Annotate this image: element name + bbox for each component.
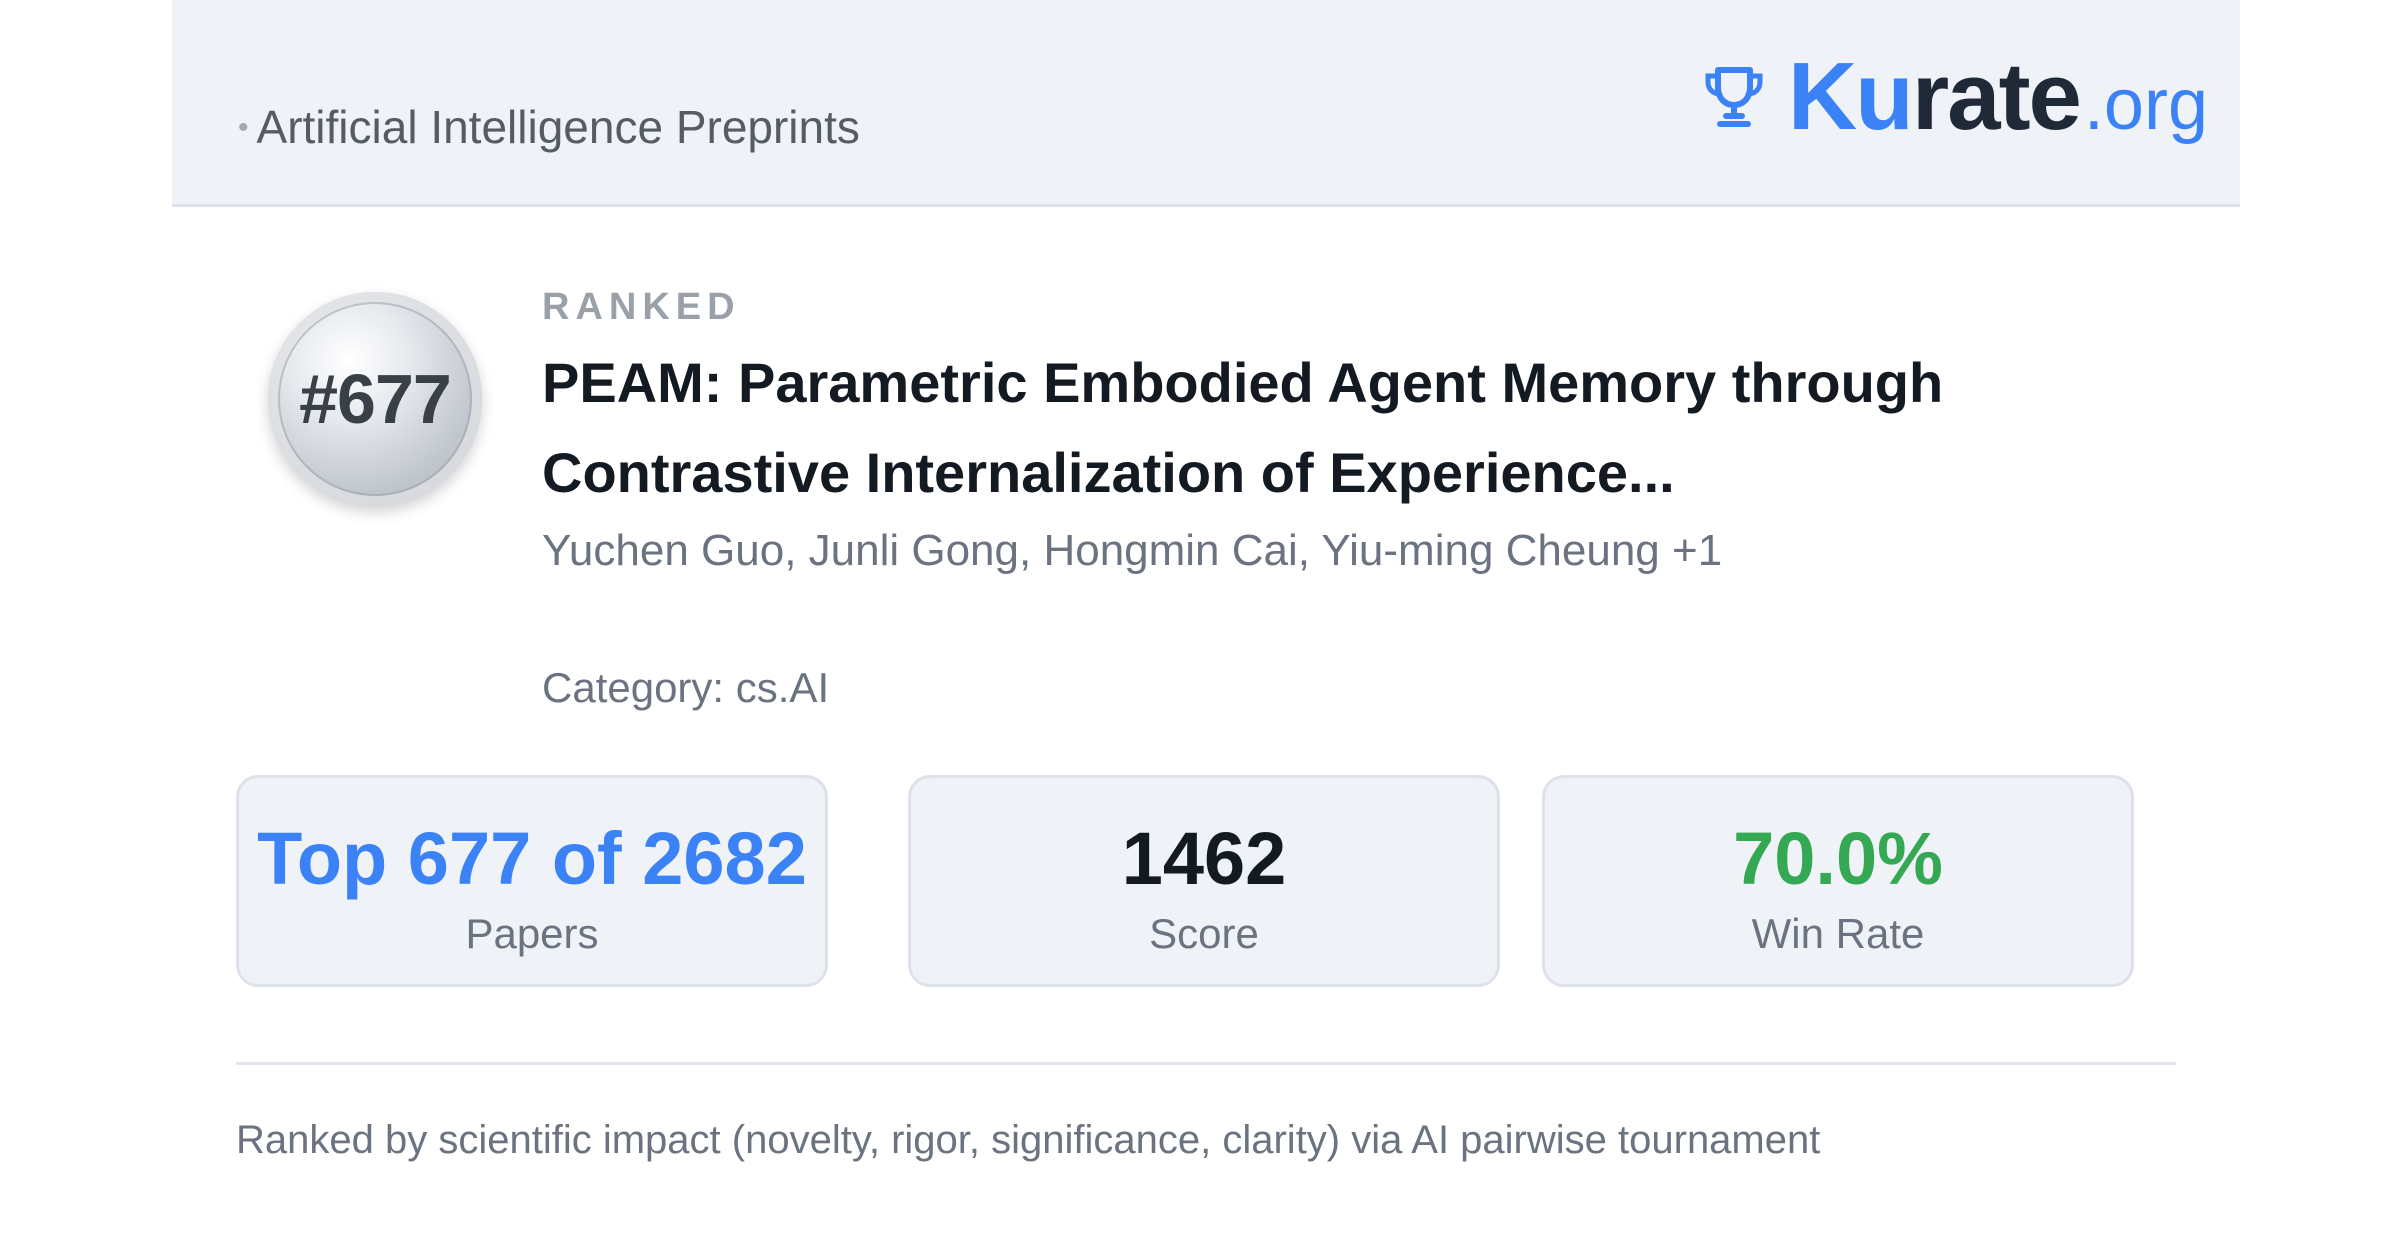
paper-title[interactable]: PEAM: Parametric Embodied Agent Memory t… (542, 338, 2182, 518)
stat-papers: Top 677 of 2682 Papers (236, 775, 828, 987)
ranked-label: RANKED (542, 286, 741, 328)
brand-logo[interactable]: Ku rate .org (1702, 42, 2208, 152)
trophy-icon (1705, 67, 1763, 127)
stat-win-rate: 70.0% Win Rate (1542, 775, 2134, 987)
rank-medal: #677 (268, 292, 482, 506)
divider (236, 1062, 2176, 1065)
paper-authors: Yuchen Guo, Junli Gong, Hongmin Cai, Yiu… (542, 526, 1723, 575)
header-bar: • Artificial Intelligence Preprints Ku rat… (172, 0, 2240, 207)
stat-papers-label: Papers (465, 910, 599, 957)
brand-ku: Ku (1787, 43, 1914, 150)
ranking-footnote: Ranked by scientific impact (novelty, ri… (236, 1118, 1821, 1162)
stat-score-label: Score (1149, 910, 1259, 957)
bullet-icon: • (238, 111, 249, 144)
stat-papers-value: Top 677 of 2682 (257, 817, 807, 900)
stat-score-value: 1462 (1121, 817, 1287, 900)
brand-org: .org (2083, 65, 2208, 145)
stat-score: 1462 Score (908, 775, 1500, 987)
rank-badge-number: #677 (299, 360, 452, 438)
stat-win-rate-label: Win Rate (1751, 910, 1925, 957)
ranking-card: • Artificial Intelligence Preprints Ku rat… (172, 0, 2240, 1260)
stat-win-rate-value: 70.0% (1733, 817, 1943, 900)
breadcrumb[interactable]: • Artificial Intelligence Preprints (238, 100, 860, 154)
brand-rate: rate (1911, 43, 2082, 150)
paper-category: Category: cs.AI (542, 664, 830, 711)
breadcrumb-label: Artificial Intelligence Preprints (256, 101, 860, 153)
